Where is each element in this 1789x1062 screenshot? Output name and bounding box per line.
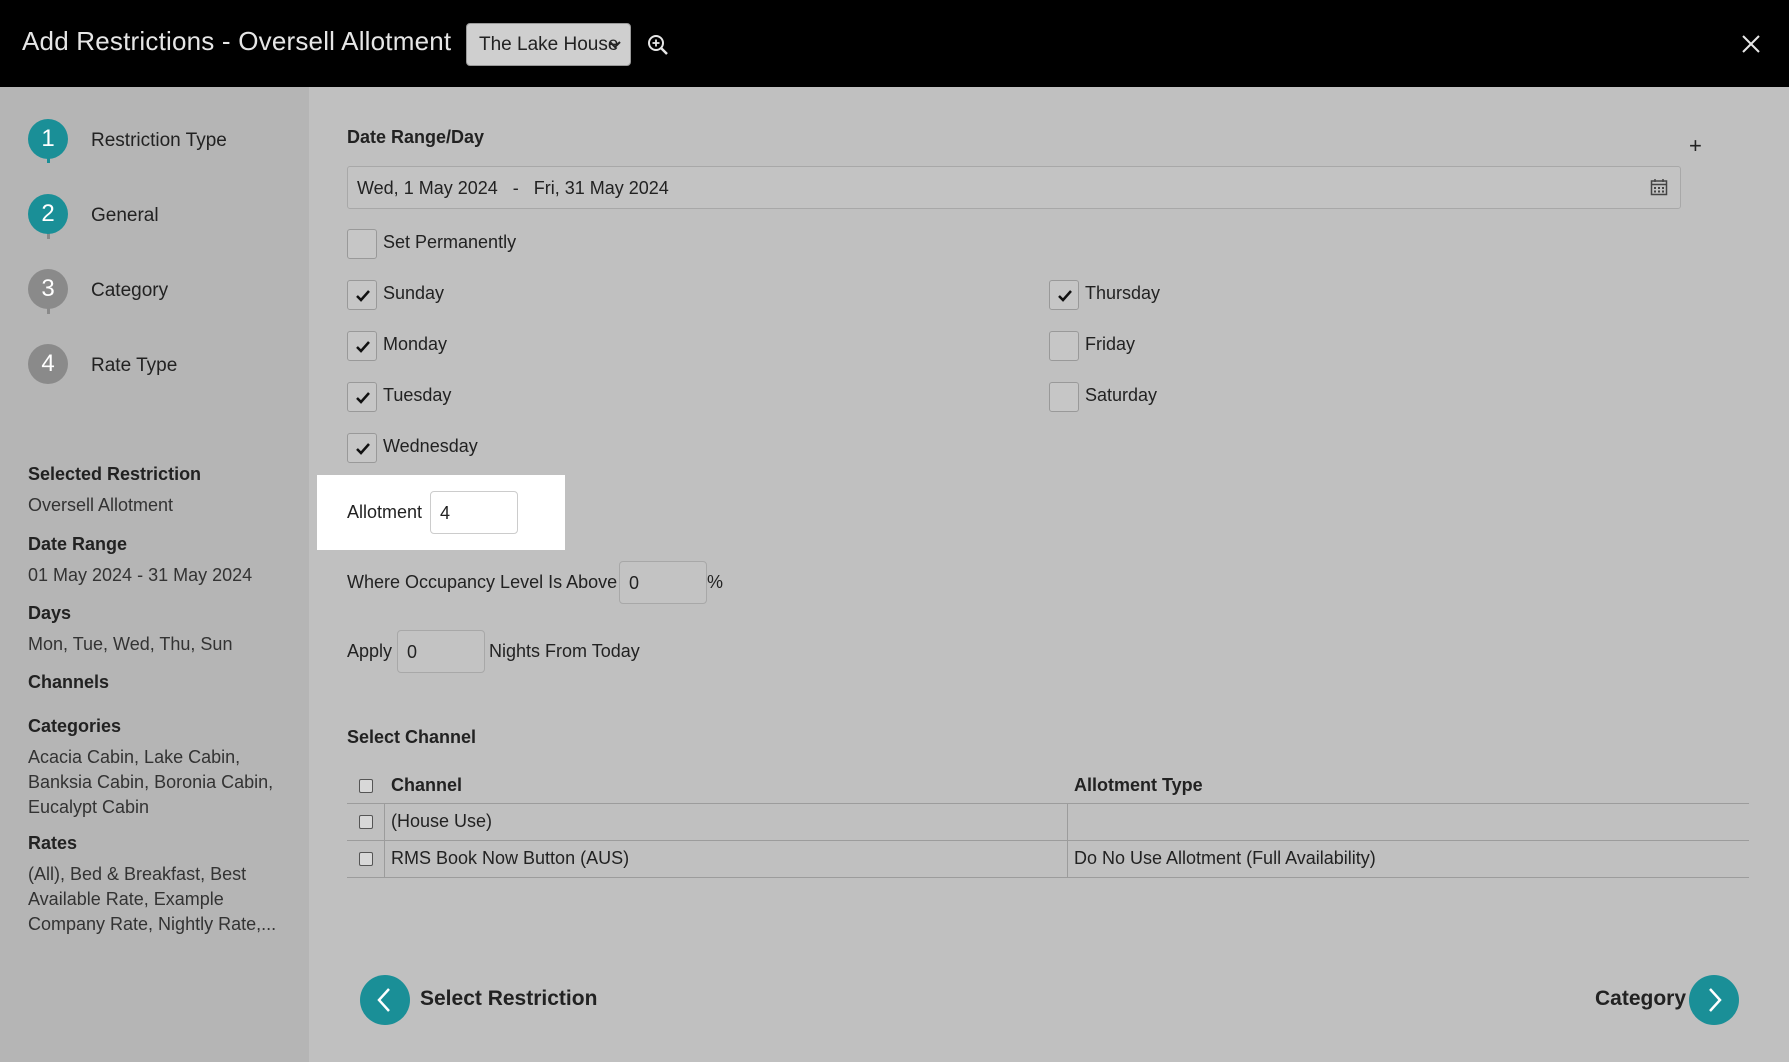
general-step-form: Date Range/Day + Wed, 1 May 2024 - Fri, … [309,87,1789,1062]
channel-cell: (House Use) [391,811,493,831]
saturday-label: Saturday [1085,385,1158,405]
property-select[interactable]: The Lake House [466,23,631,66]
tuesday-label: Tuesday [383,385,452,405]
channel-cell: RMS Book Now Button (AUS) [391,848,630,868]
summary-date-heading: Date Range [28,534,128,554]
check-icon [1058,290,1072,302]
set-permanently-checkbox[interactable] [347,229,377,259]
occupancy-unit: % [707,572,724,592]
select-all-channels-checkbox[interactable] [359,779,373,793]
next-button[interactable] [1689,975,1739,1025]
modal-header: Add Restrictions - Oversell Allotment Th… [0,0,1789,87]
check-icon [356,443,370,455]
step-2-label[interactable]: General [91,205,159,227]
set-permanently-label: Set Permanently [383,232,517,252]
step-4-label[interactable]: Rate Type [91,355,177,377]
occupancy-label: Where Occupancy Level Is Above [347,572,618,592]
step-1-label[interactable]: Restriction Type [91,130,227,152]
sunday-label: Sunday [383,283,445,303]
summary-days-value: Mon, Tue, Wed, Thu, Sun [28,634,233,654]
step-4-indicator[interactable]: 4 [28,344,68,384]
rms-book-now-checkbox[interactable] [359,852,373,866]
zoom-in-icon[interactable] [647,34,669,56]
summary-days-heading: Days [28,603,72,623]
summary-rates-heading: Rates [28,833,78,853]
apply-nights-input[interactable]: 0 [397,630,485,673]
table-divider [1067,803,1068,877]
summary-channels-heading: Channels [28,672,110,692]
friday-label: Friday [1085,334,1136,354]
allotment-input[interactable]: 4 [430,491,518,534]
apply-label: Apply [347,641,393,661]
step-3-label[interactable]: Category [91,280,168,302]
table-divider [347,840,1749,841]
table-divider [347,877,1749,878]
house-use-checkbox[interactable] [359,815,373,829]
allotment-type-cell: Do No Use Allotment (Full Availability) [1074,848,1376,868]
chevron-right-icon [1709,988,1722,1012]
check-icon [356,290,370,302]
back-label[interactable]: Select Restriction [420,987,597,1011]
occupancy-input[interactable]: 0 [619,561,707,604]
table-divider [347,803,1749,804]
step-1-indicator[interactable]: 1 [28,119,68,159]
step-2-indicator[interactable]: 2 [28,194,68,234]
step-3-indicator[interactable]: 3 [28,269,68,309]
chevron-left-icon [377,988,390,1012]
channel-column-header: Channel [391,775,463,795]
thursday-checkbox[interactable] [1049,280,1079,310]
monday-label: Monday [383,334,448,354]
wednesday-label: Wednesday [383,436,478,456]
select-channel-title: Select Channel [347,727,477,747]
allotment-type-column-header: Allotment Type [1074,775,1203,795]
date-range-section-title: Date Range/Day [347,127,485,147]
calendar-icon[interactable] [1650,178,1668,196]
date-range-value: Wed, 1 May 2024 - Fri, 31 May 2024 [357,178,669,198]
monday-checkbox[interactable] [347,331,377,361]
add-date-range-button[interactable]: + [1689,133,1702,159]
date-range-input[interactable]: Wed, 1 May 2024 - Fri, 31 May 2024 [347,166,1681,209]
close-icon[interactable] [1740,33,1762,55]
check-icon [356,341,370,353]
check-icon [356,392,370,404]
summary-categories-value: Acacia Cabin, Lake Cabin, Banksia Cabin,… [28,747,274,817]
summary-restriction-value: Oversell Allotment [28,495,174,515]
friday-checkbox[interactable] [1049,331,1079,361]
allotment-highlight: Allotment 4 [317,475,565,550]
modal-title: Add Restrictions - Oversell Allotment [22,26,452,56]
tuesday-checkbox[interactable] [347,382,377,412]
summary-categories-heading: Categories [28,716,122,736]
property-select-value: The Lake House [479,34,619,55]
saturday-checkbox[interactable] [1049,382,1079,412]
sunday-checkbox[interactable] [347,280,377,310]
summary-restriction-heading: Selected Restriction [28,464,202,484]
wizard-sidebar: 1 Restriction Type 2 General 3 Category … [0,87,309,1062]
chevron-down-icon [609,41,621,49]
apply-suffix: Nights From Today [489,641,640,661]
summary-rates-value: (All), Bed & Breakfast, Best Available R… [28,864,277,934]
back-button[interactable] [360,975,410,1025]
allotment-label: Allotment [347,502,423,522]
table-divider [384,803,385,877]
next-label[interactable]: Category [1595,987,1686,1011]
wednesday-checkbox[interactable] [347,433,377,463]
summary-date-value: 01 May 2024 - 31 May 2024 [28,565,253,585]
thursday-label: Thursday [1085,283,1161,303]
